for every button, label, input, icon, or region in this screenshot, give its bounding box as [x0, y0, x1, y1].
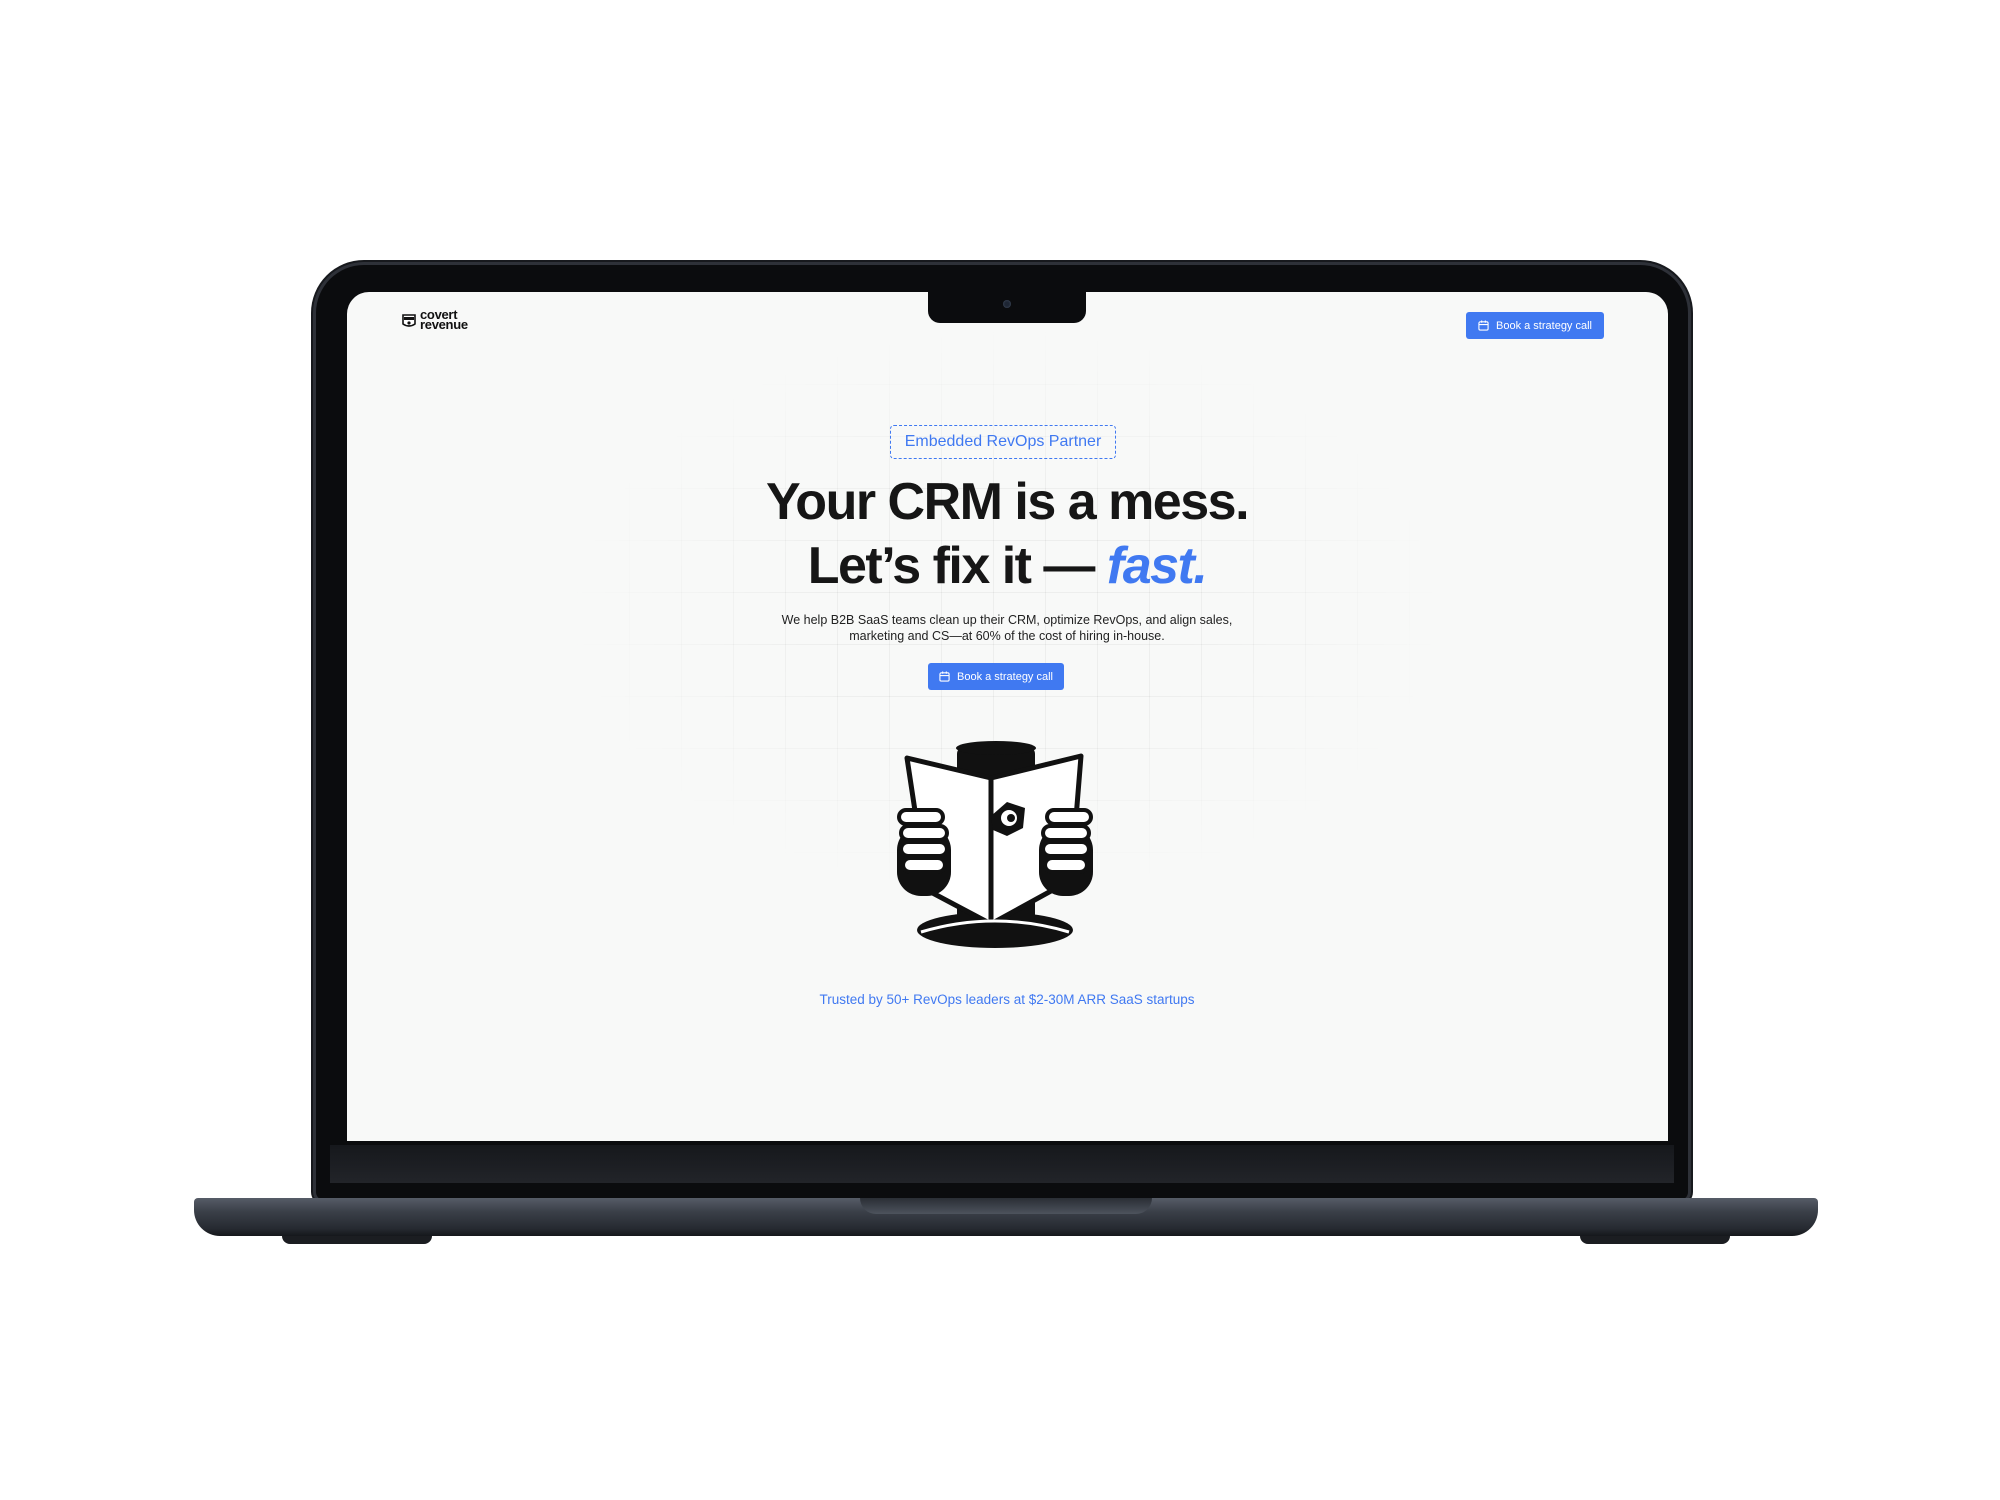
laptop-screen: covert revenue Book a strategy call Embe…: [347, 292, 1668, 1141]
spy-reading-newspaper-illustration: [897, 741, 1093, 948]
nav-book-call-button[interactable]: Book a strategy call: [1466, 312, 1604, 339]
brand-logo[interactable]: covert revenue: [401, 308, 468, 332]
hero-book-call-button[interactable]: Book a strategy call: [928, 663, 1064, 690]
nav-book-call-label: Book a strategy call: [1496, 319, 1592, 332]
camera-icon: [1003, 300, 1011, 308]
logo-wordmark: covert revenue: [420, 308, 468, 332]
headline-line-2-prefix: Let’s fix it —: [807, 537, 1107, 595]
headline-line-1: Your CRM is a mess.: [765, 473, 1250, 531]
calendar-icon: [1478, 320, 1489, 331]
laptop-foot-right: [1580, 1236, 1730, 1244]
hero-book-call-label: Book a strategy call: [957, 670, 1053, 683]
laptop-screen-chin: [330, 1145, 1674, 1183]
headline-line-2: Let’s fix it — fast.: [607, 534, 1407, 598]
logo-line-2: revenue: [420, 317, 468, 332]
spy-logo-icon: [402, 314, 416, 327]
laptop-opening-notch: [860, 1198, 1152, 1214]
laptop-foot-left: [282, 1236, 432, 1244]
headline-accent-word: fast.: [1106, 537, 1208, 595]
hero-badge: Embedded RevOps Partner: [890, 425, 1116, 459]
camera-notch: [928, 292, 1086, 323]
trust-statement: Trusted by 50+ RevOps leaders at $2-30M …: [819, 992, 1195, 1007]
calendar-icon: [939, 671, 950, 682]
hero-subtitle: We help B2B SaaS teams clean up their CR…: [781, 613, 1233, 643]
